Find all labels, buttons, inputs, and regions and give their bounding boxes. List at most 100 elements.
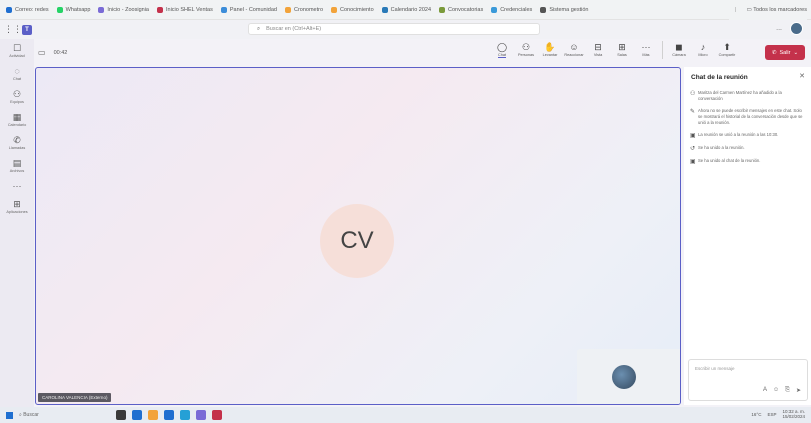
windows-start-icon[interactable] (6, 411, 13, 419)
edit-icon: ✎ (690, 109, 696, 115)
files-icon: ▤ (12, 158, 22, 168)
clock[interactable]: 10:32 a. m. 15/02/2024 (782, 409, 805, 419)
avatar[interactable] (790, 22, 803, 35)
emoji-icon[interactable]: ☺ (773, 387, 779, 394)
calendar-icon: ▦ (12, 112, 22, 122)
bookmark-item[interactable]: Sistema gestión (540, 6, 588, 13)
tool-raise-button[interactable]: ✋ Levantar (538, 41, 562, 59)
tool-chat-button[interactable]: ◯ Chat (490, 41, 514, 59)
activity-icon: ☐ (12, 43, 22, 53)
rail-item-actividad[interactable]: ☐ Actividad (2, 43, 32, 58)
rail-item-more[interactable]: ··· (2, 181, 32, 191)
chat-message: ▣ La reunión se unió a la reunión a las 1… (690, 132, 779, 139)
chat-title: Chat de la reunión (691, 73, 748, 81)
self-video-tile[interactable] (577, 349, 680, 404)
phone-icon: ✆ (771, 49, 777, 56)
send-icon[interactable]: ➤ (796, 387, 801, 394)
tool-view-button[interactable]: ⊟ Vista (586, 41, 610, 59)
taskbar-app-icon[interactable] (116, 410, 126, 420)
mic-button[interactable]: ♪ Micro (691, 41, 715, 59)
bookmark-favicon-icon (381, 6, 388, 13)
people-icon: ⚇ (521, 42, 531, 52)
view-icon: ⊟ (594, 42, 602, 52)
bookmark-item[interactable]: Cronometro (284, 6, 323, 13)
search-input[interactable]: ⌕ Buscar en (Ctrl+Alt+E) (248, 23, 540, 35)
person-add-icon: ⚇ (690, 91, 696, 97)
bookmark-favicon-icon (540, 6, 547, 13)
chevron-down-icon: ⌄ (793, 49, 799, 56)
chat-message: ↺ Se ha unido a la reunión. (690, 145, 745, 152)
taskbar-search[interactable]: ⌕ Buscar (19, 410, 99, 421)
bookmark-item[interactable]: Panel - Comunidad (220, 6, 277, 13)
taskbar-app-icon[interactable] (132, 410, 142, 420)
camera-button[interactable]: ◼ Cámara (667, 41, 691, 59)
folder-icon: ▭ (746, 7, 754, 13)
bookmark-item[interactable]: Convocatorias (439, 6, 483, 13)
join-icon: ↺ (690, 146, 696, 152)
react-icon: ☺ (569, 42, 579, 52)
app-launcher-icon[interactable]: ⋮⋮ (4, 24, 22, 35)
rail-item-llamadas[interactable]: ✆ Llamadas (2, 135, 32, 150)
taskbar-app-icon[interactable] (212, 410, 222, 420)
share-button[interactable]: ⬆ Compartir (715, 41, 739, 59)
bookmark-item[interactable]: Calendario 2024 (381, 6, 431, 13)
raise-icon: ✋ (544, 42, 556, 52)
bookmark-item[interactable]: Correo: redes (6, 6, 49, 13)
bookmarks-bar: Correo: redes Whatsapp Inicio - Zoosignia I… (0, 0, 811, 20)
attach-icon[interactable]: ⎘ (785, 387, 790, 394)
teams-icon: ⚇ (12, 89, 22, 99)
format-icon[interactable]: A (763, 387, 767, 394)
weather-text: 16°C (751, 411, 762, 417)
more-options-icon[interactable]: ... (776, 25, 782, 32)
bookmark-favicon-icon (220, 6, 227, 13)
teams-top-bar: ⋮⋮ T ⌕ Buscar en (Ctrl+Alt+E) ... (0, 20, 811, 39)
bookmark-item[interactable]: Inicio SHEL Ventas (156, 6, 213, 13)
bookmark-item[interactable]: Inicio - Zoosignia (98, 6, 149, 13)
tool-people-button[interactable]: ⚇ Personas (514, 41, 538, 59)
rail-item-calendario[interactable]: ▦ Calendario (2, 112, 32, 127)
meeting-icon: ▣ (690, 159, 696, 165)
rail-item-archivos[interactable]: ▤ Archivos (2, 158, 32, 173)
meeting-toolbar: ▭ 00:42 ◯ Chat ⚇ Personas ✋ Levantar ☺ Reaccion… (34, 39, 811, 66)
rail-item-aplicaciones[interactable]: ⊞ Aplicaciones (2, 199, 32, 214)
tool-rooms-button[interactable]: ⊞ Salas (610, 41, 634, 59)
self-avatar (612, 365, 636, 389)
close-icon[interactable]: ✕ (799, 72, 805, 80)
bookmark-favicon-icon (284, 6, 291, 13)
apps-icon: ⊞ (13, 199, 21, 209)
bookmark-item[interactable]: Conocimiento (331, 6, 374, 13)
calls-icon: ✆ (13, 135, 21, 145)
taskbar-app-icon[interactable] (164, 410, 174, 420)
participant-name-tag: CAROLINA VALENCIA (Externo) (38, 393, 112, 402)
tool-react-button[interactable]: ☺ Reaccionar (562, 41, 586, 59)
more-icon: ··· (641, 42, 651, 52)
camera-icon: ◼ (675, 42, 683, 52)
system-tray: 16°C ESP 10:32 a. m. 15/02/2024 (751, 409, 805, 419)
search-icon: ⌕ (257, 25, 261, 32)
bookmark-item[interactable]: Whatsapp (56, 6, 90, 13)
leave-button[interactable]: ✆ Salir ⌄ (765, 45, 805, 60)
message-composer[interactable]: Escribir un mensaje A ☺ ⎘ ➤ (688, 359, 808, 401)
chat-icon: ◌ (14, 66, 20, 76)
bookmark-favicon-icon (491, 6, 498, 13)
share-icon: ⬆ (723, 42, 731, 52)
bookmark-favicon-icon (56, 6, 63, 13)
bookmarks-all[interactable]: | ▭ Todos los marcadores (729, 0, 807, 20)
rooms-icon: ⊞ (618, 42, 626, 52)
chat-message: ▣ Se ha unido al chat de la reunión. (690, 158, 761, 165)
chat-message: ⚇ Maritza del Carmen Martínez ha añadido … (690, 90, 782, 101)
taskbar-app-icon[interactable] (148, 410, 158, 420)
bookmark-item[interactable]: Credenciales (491, 6, 532, 13)
taskbar-app-icon[interactable] (180, 410, 190, 420)
lang-indicator[interactable]: ESP (767, 412, 776, 417)
meeting-timer: 00:42 (53, 49, 68, 56)
rail-item-equipos[interactable]: ⚇ Equipos (2, 89, 32, 104)
meeting-icon: ▭ (38, 48, 46, 57)
bookmark-favicon-icon (331, 6, 338, 13)
taskbar-app-icon[interactable] (196, 410, 206, 420)
chat-message: ✎ Ahora no se puede escribir mensajes en … (690, 108, 803, 125)
tool-more-button[interactable]: ··· Más (634, 41, 658, 59)
bookmark-favicon-icon (439, 6, 446, 13)
taskbar: ⌕ Buscar 16°C ESP 10:32 a. m. 15/02/2024 (0, 407, 811, 423)
rail-item-chat[interactable]: ◌ Chat (2, 66, 32, 81)
